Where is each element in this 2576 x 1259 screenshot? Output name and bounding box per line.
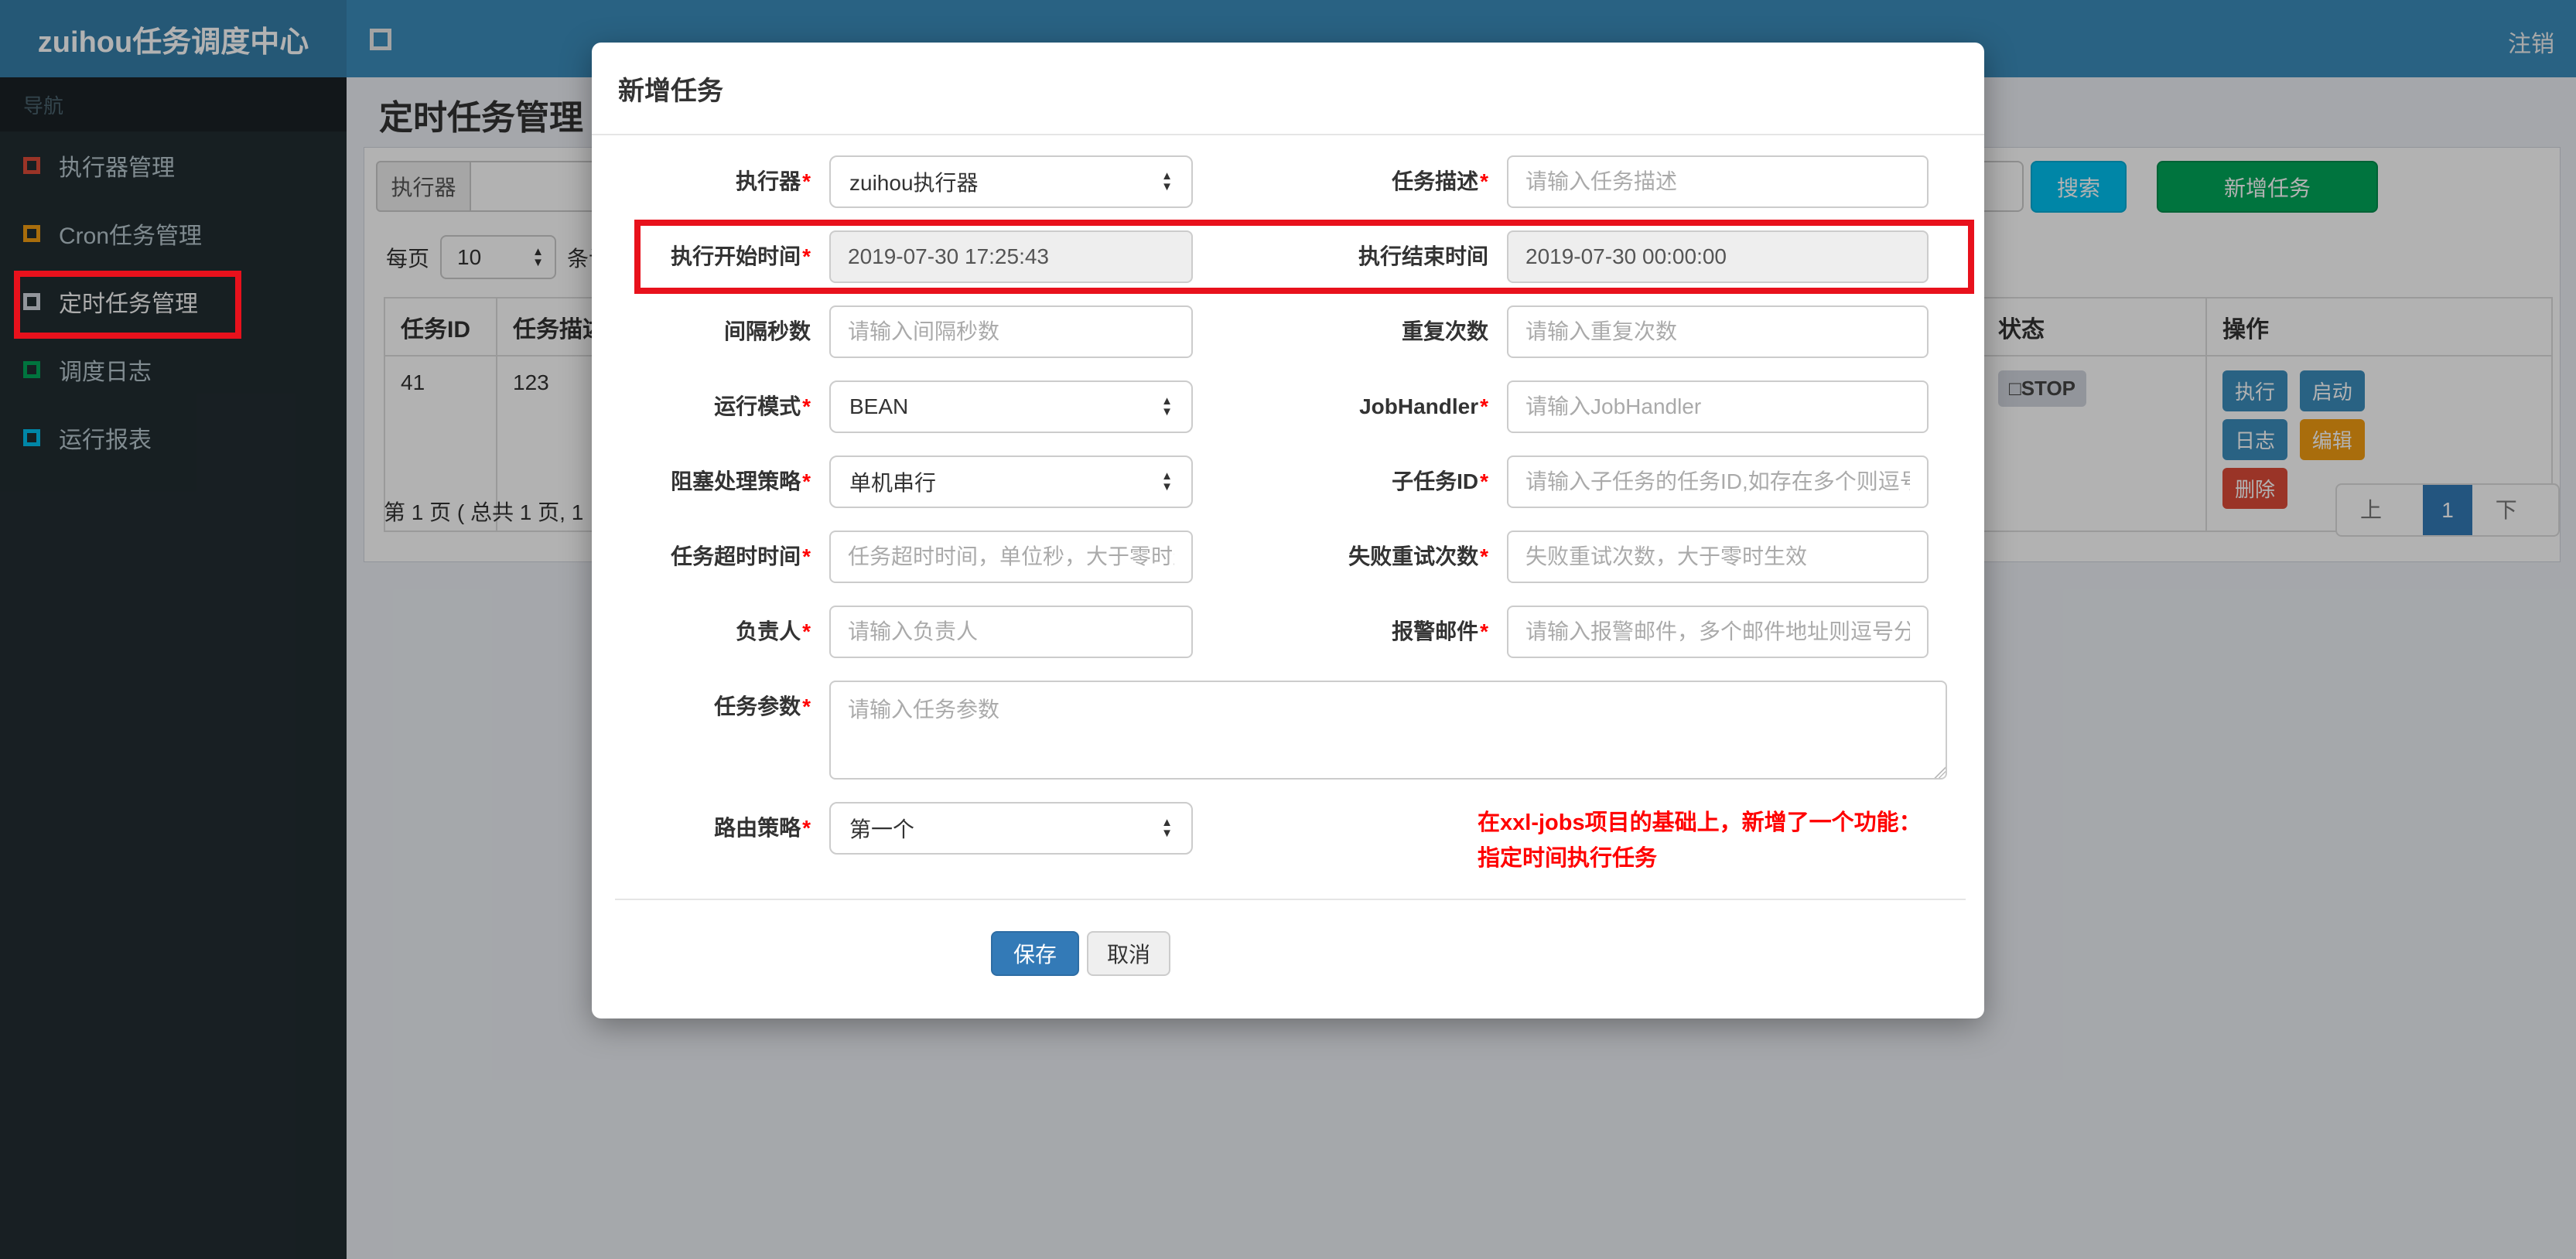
route-strategy-label: 路由策略* [714, 816, 811, 840]
block-strategy-select[interactable]: 单机串行 ▲ ▼ [829, 455, 1193, 508]
executor-select[interactable]: zuihou执行器 ▲ ▼ [829, 155, 1193, 208]
job-param-label: 任务参数* [714, 694, 811, 718]
interval-label: 间隔秒数 [723, 319, 811, 343]
required-marker: * [1480, 394, 1488, 418]
required-marker: * [1480, 619, 1488, 643]
job-param-textarea[interactable] [829, 681, 1947, 780]
start-time-label: 执行开始时间* [671, 244, 811, 268]
required-marker: * [802, 694, 811, 718]
required-marker: * [1480, 544, 1488, 568]
retry-input[interactable] [1507, 531, 1929, 583]
timeout-label: 任务超时时间* [671, 544, 811, 568]
retry-label: 失败重试次数* [1348, 544, 1488, 568]
start-time-input[interactable] [829, 230, 1193, 283]
required-marker: * [802, 816, 811, 840]
repeat-count-label: 重复次数 [1401, 319, 1488, 343]
job-desc-input[interactable] [1507, 155, 1929, 208]
child-job-input[interactable] [1507, 455, 1929, 508]
job-handler-label: JobHandler* [1359, 394, 1488, 418]
required-marker: * [802, 394, 811, 418]
repeat-count-input[interactable] [1507, 305, 1929, 358]
executor-select-value: zuihou执行器 [849, 171, 979, 195]
select-arrows-icon: ▲ ▼ [1161, 816, 1173, 840]
add-task-modal: 新增任务 执行器* zuihou执行器 ▲▼ 任务描述* 执行开始时间* 执行结… [592, 43, 1984, 1018]
modal-title: 新增任务 [592, 43, 1984, 135]
save-button[interactable]: 保存 [991, 931, 1080, 976]
required-marker: * [1480, 469, 1488, 493]
modal-footer-divider [615, 899, 1966, 900]
job-handler-input[interactable] [1507, 380, 1929, 433]
glue-type-select[interactable]: BEAN ▲ ▼ [829, 380, 1193, 433]
timeout-input[interactable] [829, 531, 1193, 583]
author-label: 负责人* [736, 619, 811, 643]
select-arrows-icon: ▲ ▼ [1161, 394, 1173, 418]
author-input[interactable] [829, 606, 1193, 658]
glue-type-select-value: BEAN [849, 394, 909, 418]
alarm-email-label: 报警邮件* [1392, 619, 1488, 643]
glue-type-label: 运行模式* [714, 394, 811, 418]
executor-label: 执行器* [736, 169, 811, 193]
required-marker: * [802, 244, 811, 268]
required-marker: * [802, 469, 811, 493]
feature-note-text: 在xxl-jobs项目的基础上，新增了一个功能： 指定时间执行任务 [1478, 810, 1922, 871]
required-marker: * [1480, 169, 1488, 193]
child-job-label: 子任务ID* [1392, 469, 1488, 493]
required-marker: * [802, 169, 811, 193]
required-marker: * [802, 619, 811, 643]
end-time-label: 执行结束时间 [1358, 244, 1488, 268]
select-arrows-icon: ▲ ▼ [1161, 469, 1173, 493]
route-strategy-select[interactable]: 第一个 ▲ ▼ [829, 802, 1193, 855]
interval-input[interactable] [829, 305, 1193, 358]
job-desc-label: 任务描述* [1392, 169, 1488, 193]
route-strategy-select-value: 第一个 [849, 817, 915, 841]
cancel-button[interactable]: 取消 [1087, 931, 1171, 976]
end-time-input[interactable] [1507, 230, 1929, 283]
alarm-email-input[interactable] [1507, 606, 1929, 658]
block-strategy-label: 阻塞处理策略* [671, 469, 811, 493]
select-arrows-icon: ▲ ▼ [1161, 169, 1173, 193]
required-marker: * [802, 544, 811, 568]
block-strategy-select-value: 单机串行 [849, 471, 937, 495]
